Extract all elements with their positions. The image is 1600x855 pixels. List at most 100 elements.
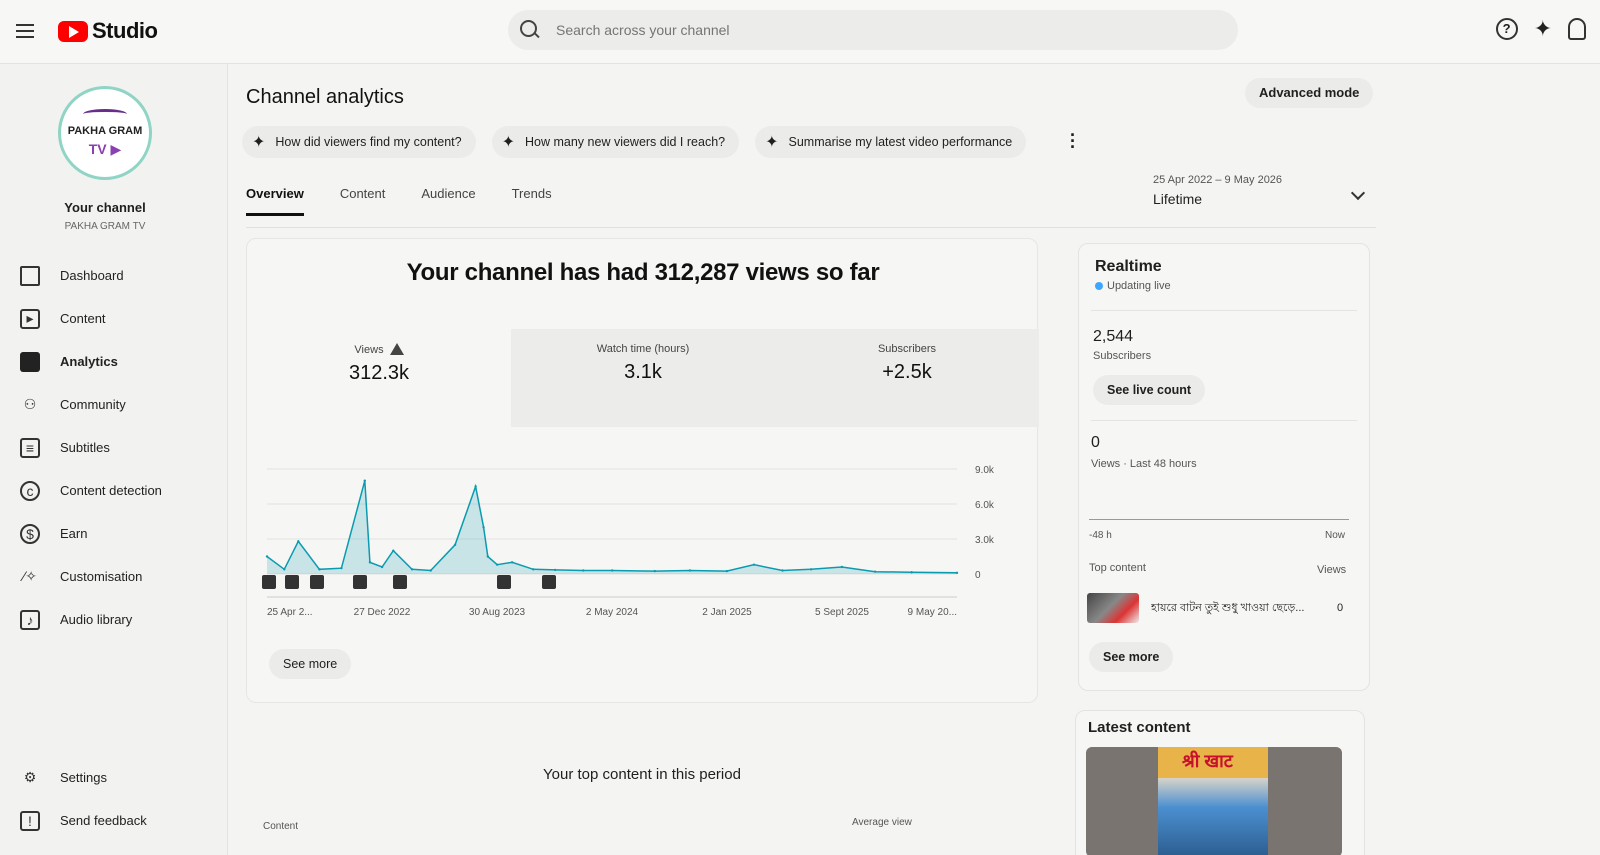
views-series-line[interactable] xyxy=(266,480,958,574)
chip-label: Summarise my latest video performance xyxy=(788,135,1013,149)
sidebar-item-analytics[interactable]: Analytics xyxy=(0,340,228,383)
sidebar-item-send-feedback[interactable]: ! Send feedback xyxy=(0,799,228,842)
tab-content[interactable]: Content xyxy=(340,186,386,216)
sidebar-item-label: Send feedback xyxy=(60,813,147,828)
sidebar-item-customisation[interactable]: ⁄✧ Customisation xyxy=(0,555,228,598)
tab-audience[interactable]: Audience xyxy=(421,186,475,216)
help-icon[interactable]: ? xyxy=(1495,18,1518,40)
top-bar: Studio ? ✦ xyxy=(0,0,1600,64)
sidebar-item-audio-library[interactable]: ♪ Audio library xyxy=(0,598,228,641)
search-bar[interactable] xyxy=(508,10,1238,50)
data-point xyxy=(486,555,489,558)
live-dot-icon xyxy=(1095,282,1103,290)
suggestion-chips: ✦ How did viewers find my content? ✦ How… xyxy=(242,126,1027,158)
studio-logo[interactable]: Studio xyxy=(58,18,158,44)
metric-label: Watch time (hours) xyxy=(596,343,690,355)
sidebar-item-label: Earn xyxy=(60,526,88,541)
notifications-icon[interactable] xyxy=(1568,18,1586,40)
sidebar-item-dashboard[interactable]: Dashboard xyxy=(0,254,228,297)
page-title: Channel analytics xyxy=(246,86,404,108)
analytics-icon xyxy=(20,351,40,372)
data-point xyxy=(611,569,614,572)
sidebar-item-subtitles[interactable]: ≡ Subtitles xyxy=(0,426,228,469)
data-point xyxy=(840,565,844,569)
search-input[interactable] xyxy=(556,22,1156,38)
chip-find-content[interactable]: ✦ How did viewers find my content? xyxy=(242,126,476,158)
tab-trends[interactable]: Trends xyxy=(512,186,552,216)
metric-label: Views xyxy=(247,343,511,356)
sidebar-item-label: Community xyxy=(60,397,126,412)
video-publish-marker[interactable] xyxy=(497,575,511,589)
search-icon[interactable] xyxy=(520,20,540,40)
data-point xyxy=(725,569,729,573)
metric-label: Subscribers xyxy=(877,343,937,355)
date-range-selector[interactable]: 25 Apr 2022 – 9 May 2026 Lifetime xyxy=(1153,174,1366,207)
video-publish-marker[interactable] xyxy=(393,575,407,589)
tabs-divider xyxy=(246,227,1376,228)
sidebar-item-label: Analytics xyxy=(60,354,118,369)
channel-name: PAKHA GRAM TV xyxy=(64,221,146,232)
overview-card: Your channel has had 312,287 views so fa… xyxy=(246,238,1039,703)
realtime-title: Realtime xyxy=(1095,258,1162,275)
sidebar-item-label: Audio library xyxy=(60,612,133,627)
video-publish-marker[interactable] xyxy=(262,575,276,589)
thumbnail-text: श्री खाट xyxy=(1182,751,1233,771)
sparkle-icon[interactable]: ✦ xyxy=(1534,18,1552,40)
latest-video-thumbnail[interactable]: श्री खाट xyxy=(1086,747,1342,855)
see-more-button[interactable]: See more xyxy=(269,649,352,679)
sidebar-item-earn[interactable]: $ Earn xyxy=(0,512,228,555)
copyright-icon: c xyxy=(20,480,40,501)
top-content-row[interactable]: হায়রে বাটন তুই শুধু খাওয়া ছেড়ে... 0 xyxy=(1087,592,1349,624)
data-point xyxy=(474,485,477,488)
views-label: Views · Last 48 hours xyxy=(1091,458,1197,470)
top-content-card: Your top content in this period Content … xyxy=(246,720,1038,855)
sidebar-item-label: Content detection xyxy=(60,483,162,498)
divider xyxy=(1091,420,1357,421)
metric-value: +2.5k xyxy=(882,361,932,383)
data-point xyxy=(955,571,959,575)
video-publish-marker[interactable] xyxy=(542,575,556,589)
data-point xyxy=(873,570,877,573)
content-column-header: Content xyxy=(263,821,299,832)
data-point xyxy=(910,571,913,574)
video-publish-marker[interactable] xyxy=(353,575,367,589)
chip-new-viewers[interactable]: ✦ How many new viewers did I reach? xyxy=(491,126,740,158)
x-tick-label: 2 May 2024 xyxy=(586,607,639,618)
avatar-text-line1: PAKHA GRAM xyxy=(67,124,143,137)
top-content-label: Top content xyxy=(1089,562,1146,574)
see-more-button[interactable]: See more xyxy=(1089,642,1174,672)
menu-icon[interactable] xyxy=(16,24,34,38)
sidebar-item-content[interactable]: ▸ Content xyxy=(0,297,228,340)
live-status: Updating live xyxy=(1095,280,1171,292)
data-point xyxy=(265,555,269,558)
data-point xyxy=(531,568,535,571)
chip-summarise-video[interactable]: ✦ Summarise my latest video performance xyxy=(755,126,1027,158)
more-options-icon[interactable]: · · · xyxy=(1070,126,1076,156)
metric-subscribers[interactable]: Subscribers +2.5k xyxy=(775,329,1039,427)
metric-watch-time[interactable]: Watch time (hours) 3.1k xyxy=(511,329,775,427)
video-publish-marker[interactable] xyxy=(310,575,324,589)
metric-value: 312.3k xyxy=(348,362,410,384)
views-chart[interactable]: 9.0k 6.0k 3.0k 0 25 Apr 2... 27 Dec 2022 30 Au… xyxy=(247,439,1039,629)
x-tick-label: 30 Aug 2023 xyxy=(469,607,526,618)
data-point xyxy=(582,569,585,572)
data-point xyxy=(380,565,384,569)
sidebar-item-content-detection[interactable]: c Content detection xyxy=(0,469,228,512)
see-live-count-button[interactable]: See live count xyxy=(1093,375,1206,405)
chip-label: How did viewers find my content? xyxy=(275,135,462,149)
x-tick-label: 2 Jan 2025 xyxy=(702,607,752,618)
data-point xyxy=(410,568,414,571)
youtube-logo-icon xyxy=(58,20,88,42)
metric-views[interactable]: Views 312.3k xyxy=(247,329,511,427)
video-publish-marker[interactable] xyxy=(285,575,299,589)
data-point xyxy=(368,561,372,564)
channel-avatar[interactable]: PAKHA GRAM TV ▶ xyxy=(58,86,152,180)
logo-text: Studio xyxy=(92,18,158,43)
sparkle-icon: ✦ xyxy=(501,134,516,151)
tab-overview[interactable]: Overview xyxy=(246,186,304,216)
data-point xyxy=(781,569,784,572)
advanced-mode-button[interactable]: Advanced mode xyxy=(1245,78,1374,108)
sidebar-item-settings[interactable]: ⚙ Settings xyxy=(0,756,228,799)
channel-title[interactable]: Your channel xyxy=(0,200,210,215)
sidebar-item-community[interactable]: ⚇ Community xyxy=(0,383,228,426)
